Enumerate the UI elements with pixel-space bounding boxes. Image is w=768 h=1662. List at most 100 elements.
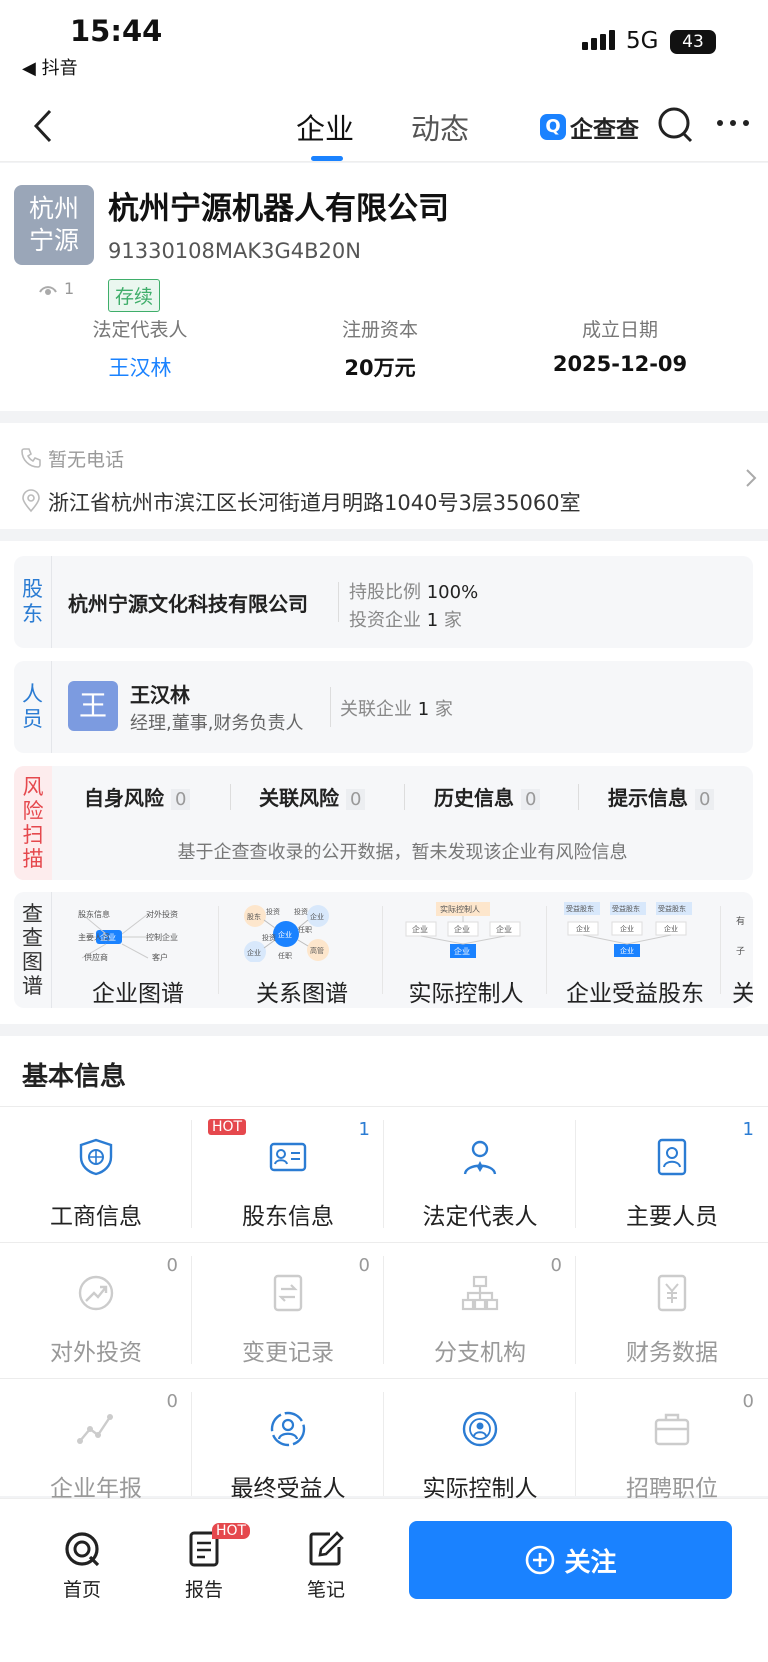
qcc-logo-icon: Q (540, 114, 566, 140)
bottom-tab-notes[interactable]: 笔记 (294, 1529, 358, 1602)
investment-arrow-icon (78, 1275, 114, 1311)
vlabel-char: 险 (22, 799, 44, 823)
home-logo-icon (65, 1532, 100, 1567)
grid-item-label: 财务数据 (626, 1340, 718, 1366)
risk-item[interactable]: 关联风险 0 (259, 782, 366, 811)
grid-item-key-personnel[interactable]: 1 主要人员 (576, 1107, 768, 1243)
node-text: 企业 (100, 932, 116, 942)
back-arrow-icon[interactable] (30, 108, 56, 144)
vlabel-char: 查 (22, 926, 43, 950)
signal-icon (582, 30, 618, 50)
capital-value: 20万元 (344, 356, 416, 380)
hot-badge: HOT (212, 1523, 251, 1539)
node-text: 企业 (454, 946, 470, 956)
grid-item-financials[interactable]: 财务数据 (576, 1243, 768, 1379)
view-count: 1 (38, 279, 74, 298)
eye-icon (39, 285, 57, 295)
node-text: 股东信息 (78, 909, 110, 919)
vlabel-char: 人 (22, 682, 43, 706)
person-name[interactable]: 王汉林 (130, 679, 190, 708)
tab-dynamic[interactable]: 动态 (411, 106, 469, 148)
company-graph-thumbnail: 股东信息 对外投资 主要人员 企业 控制企业 供应商 客户 (78, 909, 178, 962)
logo-line-1: 杭州 (28, 194, 79, 223)
grid-item-label: 分支机构 (434, 1340, 526, 1366)
grid-item-job-postings[interactable]: 0 招聘职位 (576, 1379, 768, 1515)
divider (578, 784, 579, 810)
grid-item-business-info[interactable]: 工商信息 (0, 1107, 192, 1243)
top-nav: 企业 动态 Q 企查查 (0, 90, 768, 162)
bottom-tab-home[interactable]: 首页 (50, 1529, 114, 1602)
basic-info-section: 基本信息 工商信息 HOT 1 股东信息 法定代表人 1 主要人员 0 对外投资… (0, 1036, 768, 1502)
node-text: 股东 (247, 912, 261, 921)
graph-item-relation[interactable]: 股东 投资 企业 投资 企业 任职 企业 高管 投资 任职 关系图谱 (222, 900, 382, 1007)
person-target-icon (462, 1411, 498, 1447)
address-text: 浙江省杭州市滨江区长河街道月明路1040号3层35060室 (48, 491, 581, 515)
search-icon[interactable] (657, 106, 695, 146)
phone-text: 暂无电话 (48, 449, 125, 471)
grid-item-investments[interactable]: 0 对外投资 (0, 1243, 192, 1379)
risk-item-label: 提示信息 (608, 786, 688, 810)
grid-item-actual-controller[interactable]: 实际控制人 (384, 1379, 576, 1515)
graph-item-beneficiary[interactable]: 受益股东 受益股东 受益股东 企业 企业 企业 企业 企业受益股东 (550, 900, 720, 1007)
risk-item[interactable]: 提示信息 0 (608, 782, 715, 811)
grid-item-count: 1 (358, 1119, 370, 1140)
shareholder-name[interactable]: 杭州宁源文化科技有限公司 (68, 588, 308, 617)
back-to-app-link[interactable]: ◀ 抖音 (22, 54, 78, 80)
grid-item-branches[interactable]: 0 分支机构 (384, 1243, 576, 1379)
tab-underline (311, 156, 343, 161)
person-circle-icon (270, 1411, 306, 1447)
graph-item-related[interactable]: 有 子 关联 (724, 900, 753, 1007)
follow-button[interactable]: 关注 (409, 1521, 732, 1599)
node-text: 投资 (266, 907, 280, 916)
document-person-icon (657, 1138, 687, 1176)
grid-item-ultimate-beneficiary[interactable]: 最终受益人 (192, 1379, 384, 1515)
risk-item[interactable]: 自身风险 0 (84, 782, 191, 811)
risk-item-count: 0 (694, 789, 715, 810)
grid-item-legal-rep[interactable]: 法定代表人 (384, 1107, 576, 1243)
grid-item-label: 变更记录 (242, 1340, 334, 1366)
risk-item[interactable]: 历史信息 0 (434, 782, 541, 811)
personnel-card[interactable]: 人员 王 王汉林 经理,董事,财务负责人 关联企业 1 家 (14, 661, 753, 753)
hot-badge: HOT (208, 1119, 247, 1135)
legal-rep-block: 法定代表人 王汉林 (0, 315, 280, 382)
grid-item-annual-report[interactable]: 0 企业年报 (0, 1379, 192, 1515)
node-text: 供应商 (84, 952, 108, 962)
person-tie-icon (463, 1140, 497, 1175)
invest-row: 投资企业 1 家 (349, 606, 462, 632)
graph-vlabel: 查查图谱 (14, 892, 52, 1008)
node-text: 企业 (664, 924, 678, 933)
bottom-tab-label: 报告 (184, 1579, 223, 1601)
briefcase-icon (654, 1413, 690, 1446)
ratio-label: 持股比例 (349, 582, 421, 603)
note-edit-icon (309, 1531, 344, 1566)
legal-rep-link[interactable]: 王汉林 (0, 352, 280, 382)
graph-item-label: 实际控制人 (408, 981, 524, 1007)
vlabel-char: 员 (22, 707, 43, 731)
network-type: 5G (626, 28, 659, 54)
status-time: 15:44 (70, 14, 163, 48)
bottom-tab-report[interactable]: 报告 HOT (172, 1523, 251, 1602)
related-unit: 家 (434, 699, 453, 720)
grid-item-count: 0 (742, 1391, 754, 1412)
risk-item-label: 自身风险 (84, 786, 164, 810)
relation-graph-thumbnail: 股东 投资 企业 投资 企业 任职 企业 高管 投资 任职 (244, 905, 329, 963)
more-icon[interactable] (716, 118, 750, 128)
grid-item-label: 股东信息 (242, 1204, 334, 1230)
graph-item-company[interactable]: 股东信息 对外投资 主要人员 企业 控制企业 供应商 客户 企业图谱 (58, 900, 218, 1007)
tab-company[interactable]: 企业 (296, 106, 354, 148)
phone-icon (21, 448, 41, 468)
divider (330, 687, 331, 727)
invest-count: 1 (426, 610, 439, 631)
grid-item-change-log[interactable]: 0 变更记录 (192, 1243, 384, 1379)
shareholder-card[interactable]: 股东 杭州宁源文化科技有限公司 持股比例 100% 投资企业 1 家 (14, 556, 753, 648)
graph-item-label: 企业图谱 (92, 981, 184, 1007)
contact-row[interactable]: 暂无电话 浙江省杭州市滨江区长河街道月明路1040号3层35060室 (0, 423, 768, 529)
graph-item-controller[interactable]: 实际控制人 企业 企业 企业 企业 实际控制人 (386, 900, 546, 1007)
ratio-value: 100% (426, 582, 479, 603)
node-text: 企业 (278, 930, 292, 939)
person-roles: 经理,董事,财务负责人 (130, 713, 304, 734)
node-text: 企业 (310, 912, 324, 921)
grid-item-shareholder-info[interactable]: HOT 1 股东信息 (192, 1107, 384, 1243)
risk-item-label: 历史信息 (434, 786, 514, 810)
risk-vlabel: 风险扫描 (14, 766, 52, 880)
